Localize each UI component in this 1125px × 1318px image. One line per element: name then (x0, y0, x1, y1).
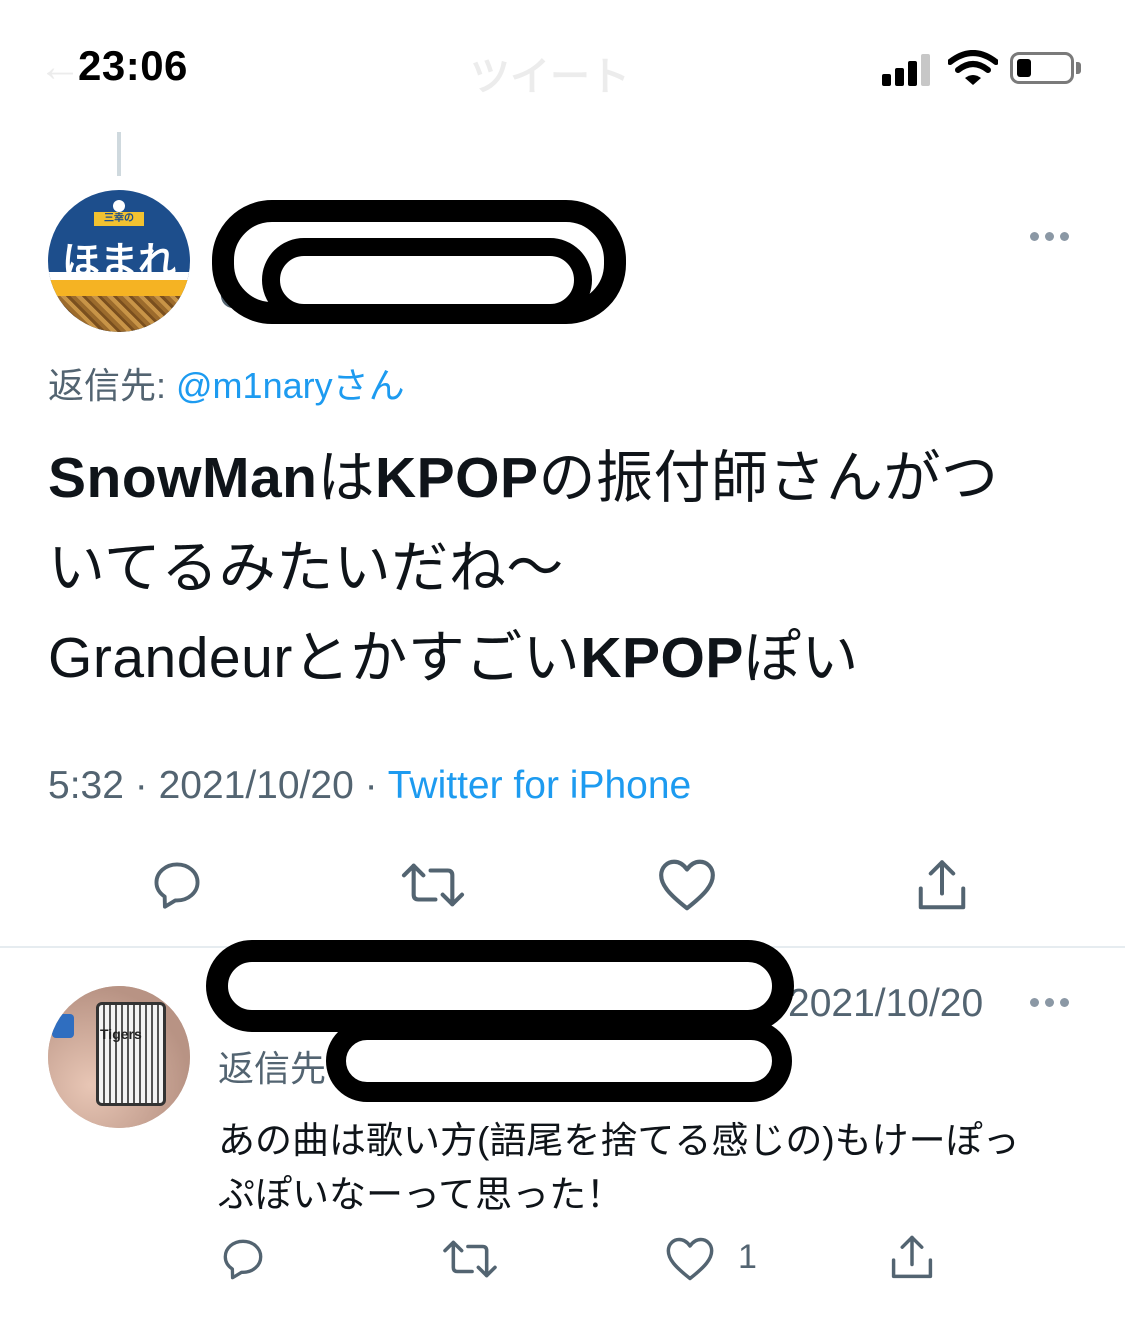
reply-button[interactable] (218, 1234, 268, 1284)
reply-text: あの曲は歌い方(語尾を捨てる感じの)もけーぽっ (218, 1120, 1020, 1161)
reply-button[interactable] (148, 856, 206, 914)
meta-separator: · (353, 764, 388, 807)
heart-icon (659, 859, 715, 911)
tweet-time: 5:32 (48, 764, 124, 807)
meta-separator: · (123, 764, 159, 807)
tweet-text-line: GrandeurとかすごいKPOPぽい (48, 612, 859, 694)
reply-icon (154, 862, 200, 909)
more-icon[interactable] (1030, 998, 1069, 1007)
redaction-scribble (206, 940, 794, 1032)
share-button[interactable] (886, 1232, 938, 1284)
tweet-source-link[interactable]: Twitter for iPhone (388, 764, 691, 807)
back-arrow-icon[interactable]: ← (38, 42, 82, 92)
status-time: 23:06 (78, 42, 188, 89)
tweet-text-bold: KPOP (580, 626, 744, 690)
avatar[interactable]: 三幸の ほまれ (48, 190, 190, 332)
battery-icon (1010, 52, 1074, 84)
reply-to-label: 返信先 (218, 1048, 327, 1089)
more-icon[interactable] (1030, 232, 1069, 241)
like-count: 1 (738, 1238, 757, 1276)
retweet-button[interactable] (398, 856, 468, 914)
tweet-text-line: いてるみたいだね〜 (48, 522, 564, 604)
share-icon (918, 860, 966, 910)
tweet-text: の振付師さんがつ (538, 446, 999, 510)
retweet-button[interactable] (440, 1234, 500, 1284)
tweet-text-bold: SnowMan (48, 446, 318, 510)
thread-line (117, 132, 121, 176)
battery-cap (1076, 62, 1081, 74)
reply-icon (223, 1239, 263, 1280)
share-button[interactable] (912, 856, 972, 916)
reply-date: 2021/10/20 (788, 982, 984, 1025)
retweet-icon (443, 1240, 497, 1278)
tweet-text: いてるみたいだね〜 (48, 536, 564, 600)
tweet-date: 2021/10/20 (158, 764, 354, 807)
tweet-text-bold: KPOP (375, 446, 539, 510)
reply-to-label: 返信先: @m1naryさん (48, 357, 405, 409)
avatar[interactable]: Tigers (48, 986, 190, 1128)
redaction-scribble (326, 1020, 792, 1102)
reply-text: ぷぽいなーって思った！ (218, 1174, 624, 1215)
wifi-icon (947, 50, 999, 91)
redaction-scribble (262, 238, 592, 322)
share-icon (891, 1235, 933, 1279)
signal-icon (882, 52, 934, 86)
tweet-meta: 5:32 · 2021/10/20 · Twitter for iPhone (48, 764, 691, 808)
like-button[interactable] (664, 1234, 716, 1284)
tweet-text: ぽい (743, 626, 859, 690)
retweet-icon (401, 863, 465, 907)
nav-title: ツイート (470, 55, 630, 99)
tweet-text: Grandeurとかすごい (48, 626, 581, 690)
reply-to-prefix: 返信先: (48, 365, 177, 406)
tweet-text-line: SnowManはKPOPの振付師さんがつ (48, 432, 999, 514)
mention-link[interactable]: @m1naryさん (176, 365, 405, 406)
tweet-text: は (317, 446, 375, 510)
like-button[interactable] (656, 856, 718, 914)
heart-icon (666, 1237, 714, 1281)
